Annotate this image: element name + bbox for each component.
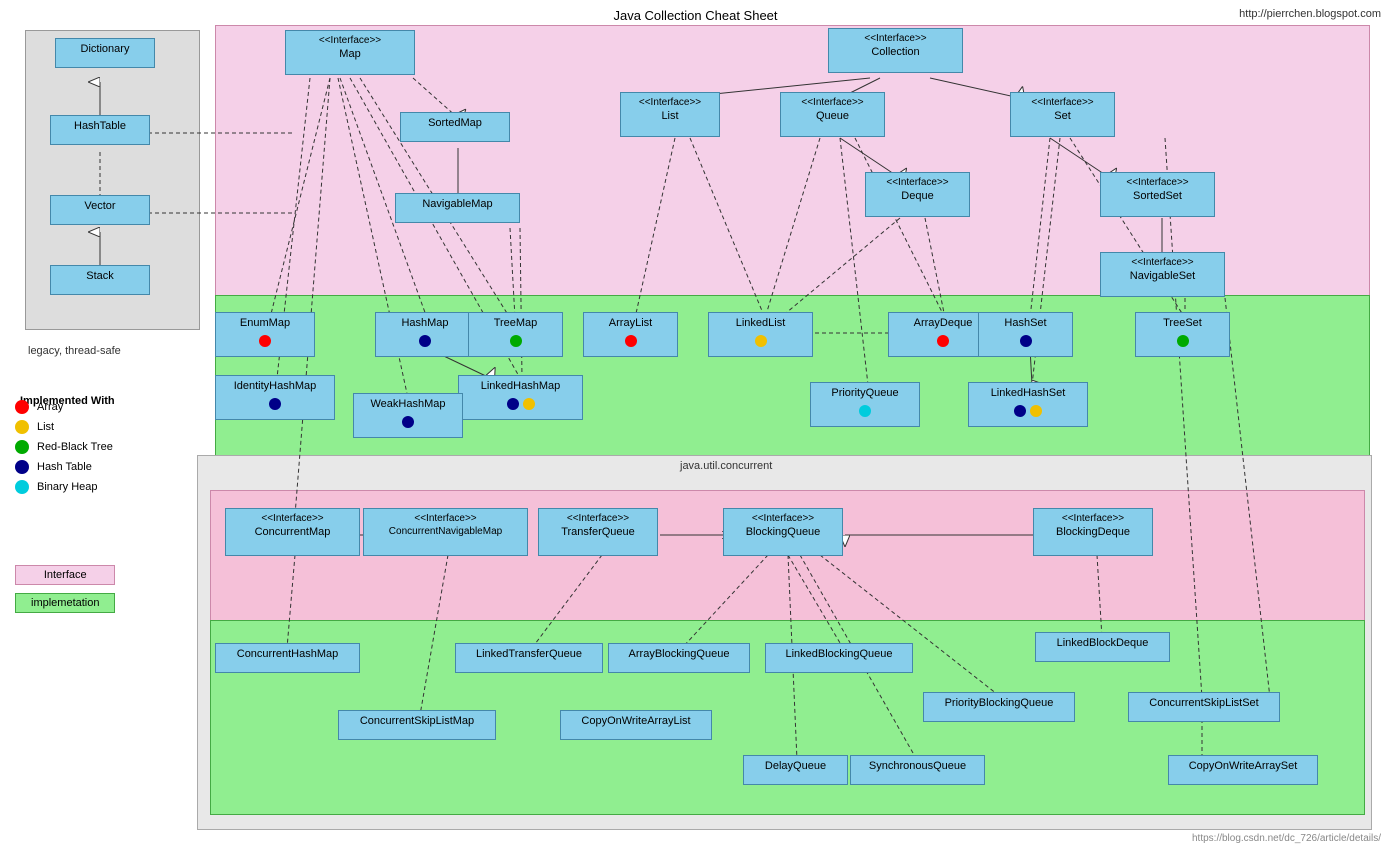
- concurrentskiplistset-box: ConcurrentSkipListSet: [1128, 692, 1280, 722]
- blockingqueue-box: <<Interface>> BlockingQueue: [723, 508, 843, 556]
- list-box: <<Interface>> List: [620, 92, 720, 137]
- legend-impl-box: implemetation: [15, 593, 115, 613]
- concurrent-label: java.util.concurrent: [680, 460, 772, 472]
- set-box: <<Interface>> Set: [1010, 92, 1115, 137]
- weakhasmap-box: WeakHashMap: [353, 393, 463, 438]
- copyonwritearrayset-box: CopyOnWriteArraySet: [1168, 755, 1318, 785]
- arraylist-box: ArrayList: [583, 312, 678, 357]
- priorityblockingqueue-box: PriorityBlockingQueue: [923, 692, 1075, 722]
- deque-box: <<Interface>> Deque: [865, 172, 970, 217]
- priorityqueue-box: PriorityQueue: [810, 382, 920, 427]
- identityhashmap-box: IdentityHashMap: [215, 375, 335, 420]
- hashmap-box: HashMap: [375, 312, 475, 357]
- linkedtransferqueue-box: LinkedTransferQueue: [455, 643, 603, 673]
- hashset-box: HashSet: [978, 312, 1073, 357]
- page-title: Java Collection Cheat Sheet: [613, 8, 777, 23]
- legend-array: Array: [15, 400, 113, 414]
- linkedhashmap-box: LinkedHashMap: [458, 375, 583, 420]
- blockingdeque-box: <<Interface>> BlockingDeque: [1033, 508, 1153, 556]
- dictionary-box: Dictionary: [55, 38, 155, 68]
- linkedblockdeque-box: LinkedBlockDeque: [1035, 632, 1170, 662]
- stack-box: Stack: [50, 265, 150, 295]
- legend-interface-box: Interface: [15, 565, 115, 585]
- legend-list-label: List: [37, 421, 54, 433]
- page-url: http://pierrchen.blogspot.com: [1239, 8, 1381, 20]
- sortedset-box: <<Interface>> SortedSet: [1100, 172, 1215, 217]
- legend-heap-label: Binary Heap: [37, 481, 98, 493]
- hashtable-box: HashTable: [50, 115, 150, 145]
- legend-rbt-label: Red-Black Tree: [37, 441, 113, 453]
- dot-red: [15, 400, 29, 414]
- legend-array-label: Array: [37, 401, 63, 413]
- dot-green: [15, 440, 29, 454]
- legend-list: List: [15, 420, 113, 434]
- concurrentnavmap-box: <<Interface>> ConcurrentNavigableMap: [363, 508, 528, 556]
- sortedmap-box: SortedMap: [400, 112, 510, 142]
- legend-hash-label: Hash Table: [37, 461, 92, 473]
- concurrentskiplistmap-box: ConcurrentSkipListMap: [338, 710, 496, 740]
- vector-box: Vector: [50, 195, 150, 225]
- legend-hash: Hash Table: [15, 460, 113, 474]
- navigableset-box: <<Interface>> NavigableSet: [1100, 252, 1225, 297]
- arrayblockingqueue-box: ArrayBlockingQueue: [608, 643, 750, 673]
- enummap-box: EnumMap: [215, 312, 315, 357]
- concurrentmap-box: <<Interface>> ConcurrentMap: [225, 508, 360, 556]
- navigablemap-box: NavigableMap: [395, 193, 520, 223]
- watermark: https://blog.csdn.net/dc_726/article/det…: [1192, 833, 1381, 844]
- dot-cyan: [15, 480, 29, 494]
- legend-rbt: Red-Black Tree: [15, 440, 113, 454]
- legend-heap: Binary Heap: [15, 480, 113, 494]
- linkedhashset-box: LinkedHashSet: [968, 382, 1088, 427]
- queue-box: <<Interface>> Queue: [780, 92, 885, 137]
- treeset-box: TreeSet: [1135, 312, 1230, 357]
- delayqueue-box: DelayQueue: [743, 755, 848, 785]
- treemap-box: TreeMap: [468, 312, 563, 357]
- linkedlist-box: LinkedList: [708, 312, 813, 357]
- synchronousqueue-box: SynchronousQueue: [850, 755, 985, 785]
- legend-box: Interface implemetation: [15, 565, 115, 613]
- dot-blue: [15, 460, 29, 474]
- collection-box: <<Interface>> Collection: [828, 28, 963, 73]
- legacy-label: legacy, thread-safe: [28, 345, 121, 357]
- copyonwritearraylist-box: CopyOnWriteArrayList: [560, 710, 712, 740]
- map-box: <<Interface>> Map: [285, 30, 415, 75]
- transferqueue-box: <<Interface>> TransferQueue: [538, 508, 658, 556]
- linkedblockingqueue-box: LinkedBlockingQueue: [765, 643, 913, 673]
- legend: Array List Red-Black Tree Hash Table Bin…: [15, 400, 113, 500]
- dot-yellow: [15, 420, 29, 434]
- concurrenthashmap-box: ConcurrentHashMap: [215, 643, 360, 673]
